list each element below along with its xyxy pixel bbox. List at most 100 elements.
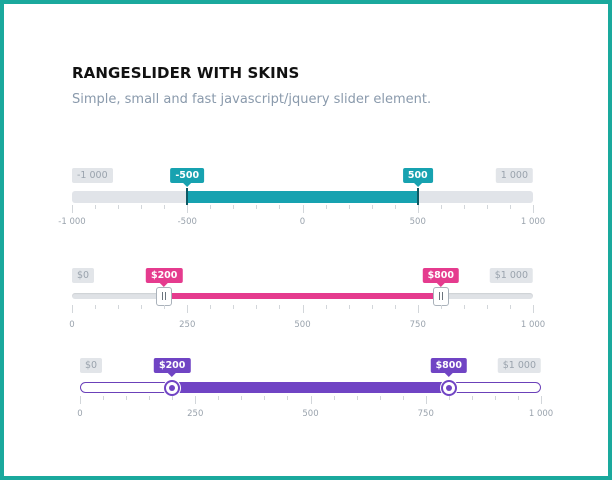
grid-minor-tick <box>141 305 143 309</box>
grid-major-tick <box>425 396 427 404</box>
grid-minor-tick <box>256 205 258 209</box>
min-label: -1 000 <box>72 168 113 183</box>
selected-range-bar[interactable] <box>164 293 441 299</box>
max-label: $1 000 <box>497 358 541 373</box>
grid-label: 1 000 <box>520 217 546 227</box>
grid-major-tick <box>541 396 542 404</box>
grid-minor-tick <box>241 396 243 400</box>
grid-label: 750 <box>417 409 434 419</box>
grid-major-tick <box>310 396 312 404</box>
grid-minor-tick <box>486 305 488 309</box>
max-label: 1 000 <box>495 168 533 183</box>
page-title: RANGESLIDER WITH SKINS <box>72 64 300 82</box>
grid-minor-tick <box>256 305 258 309</box>
max-label: $1 000 <box>489 268 533 283</box>
from-value-label: -500 <box>170 168 205 187</box>
grid-minor-tick <box>394 205 396 209</box>
grid-label: 500 <box>294 320 311 330</box>
from-value-label: $200 <box>153 358 191 377</box>
grid-major-tick <box>533 205 534 213</box>
grid-minor-tick <box>233 305 235 309</box>
grid-minor-tick <box>509 305 511 309</box>
grid-minor-tick <box>218 396 220 400</box>
to-value-label: 500 <box>402 168 433 187</box>
grid-minor-tick <box>348 305 350 309</box>
from-handle[interactable] <box>156 287 173 306</box>
grid-minor-tick <box>141 205 143 209</box>
grid-label: 500 <box>409 217 426 227</box>
grid-minor-tick <box>264 396 266 400</box>
grid-minor-tick <box>325 205 327 209</box>
grid-label: 750 <box>409 320 426 330</box>
grid-major-tick <box>533 305 534 313</box>
grid-label: 0 <box>77 409 83 419</box>
to-handle[interactable] <box>440 379 457 396</box>
grid-major-tick <box>417 205 419 213</box>
grid-minor-tick <box>356 396 358 400</box>
grid-minor-tick <box>440 305 442 309</box>
page-subtitle: Simple, small and fast javascript/jquery… <box>72 92 432 107</box>
grid-minor-tick <box>379 396 381 400</box>
grid-minor-tick <box>463 305 465 309</box>
grid-minor-tick <box>210 205 212 209</box>
grid-minor-tick <box>210 305 212 309</box>
grid-minor-tick <box>371 205 373 209</box>
grid-major-tick <box>72 205 73 213</box>
grid-minor-tick <box>103 396 105 400</box>
min-label: $0 <box>80 358 103 373</box>
page-frame: RANGESLIDER WITH SKINS Simple, small and… <box>0 0 612 480</box>
to-value-label: $800 <box>430 358 468 377</box>
selected-range-bar[interactable] <box>172 382 449 393</box>
grid-major-tick <box>302 205 304 213</box>
grid-minor-tick <box>448 396 450 400</box>
grid-minor-tick <box>279 205 281 209</box>
grid-label: 250 <box>179 320 196 330</box>
grid-minor-tick <box>118 205 120 209</box>
grid-label: 1 000 <box>528 409 554 419</box>
grid-label: 500 <box>302 409 319 419</box>
grid-minor-tick <box>509 205 511 209</box>
from-handle[interactable] <box>164 379 181 396</box>
grid-minor-tick <box>172 396 174 400</box>
selected-range-bar[interactable] <box>187 191 418 203</box>
grid-minor-tick <box>279 305 281 309</box>
grid-major-tick <box>195 396 197 404</box>
from-handle[interactable] <box>186 188 189 205</box>
grid-minor-tick <box>325 305 327 309</box>
grid-label: -1 000 <box>58 217 86 227</box>
grid-minor-tick <box>95 305 97 309</box>
to-handle[interactable] <box>432 287 449 306</box>
grid-minor-tick <box>517 396 519 400</box>
grid-minor-tick <box>287 396 289 400</box>
grid-minor-tick <box>463 205 465 209</box>
grid-minor-tick <box>440 205 442 209</box>
grid-major-tick <box>187 305 189 313</box>
grid-major-tick <box>417 305 419 313</box>
grid-minor-tick <box>118 305 120 309</box>
grid-minor-tick <box>371 305 373 309</box>
grid-label: 0 <box>299 217 306 227</box>
min-label: $0 <box>72 268 95 283</box>
grid-minor-tick <box>95 205 97 209</box>
grid-minor-tick <box>126 396 128 400</box>
grid-minor-tick <box>333 396 335 400</box>
to-handle[interactable] <box>416 188 419 205</box>
grid-minor-tick <box>494 396 496 400</box>
grid-major-tick <box>302 305 304 313</box>
grid-minor-tick <box>486 205 488 209</box>
to-value-label: $800 <box>422 268 460 287</box>
grid-major-tick <box>80 396 81 404</box>
grid-label: -500 <box>177 217 197 227</box>
grid-minor-tick <box>394 305 396 309</box>
grid-minor-tick <box>164 205 166 209</box>
grid-major-tick <box>187 205 189 213</box>
grid-minor-tick <box>471 396 473 400</box>
grid-minor-tick <box>233 205 235 209</box>
grid-label: 250 <box>187 409 204 419</box>
grid-minor-tick <box>164 305 166 309</box>
grid-label: 1 000 <box>520 320 546 330</box>
from-value-label: $200 <box>145 268 183 287</box>
grid-major-tick <box>72 305 73 313</box>
grid-minor-tick <box>402 396 404 400</box>
grid-minor-tick <box>348 205 350 209</box>
